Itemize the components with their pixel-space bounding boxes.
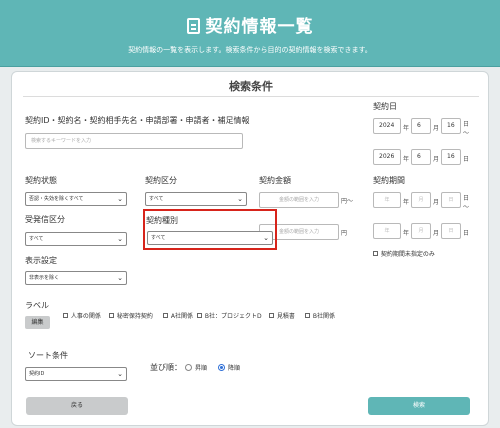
label-checkbox[interactable]: 見積書 xyxy=(269,311,295,320)
unit-month: 月 xyxy=(433,230,440,237)
checkbox-icon[interactable] xyxy=(63,313,68,318)
unit-year: 年 xyxy=(403,156,410,163)
contract-status-label: 契約状態 xyxy=(25,176,57,185)
chevron-down-icon: ⌄ xyxy=(117,274,123,282)
contract-date-from-month[interactable]: 6 xyxy=(411,118,431,134)
unit-year: 年 xyxy=(403,230,410,237)
page-title: 契約情報一覧 xyxy=(205,17,314,37)
label-checkbox[interactable]: B社関係 xyxy=(305,311,335,320)
radio-icon[interactable] xyxy=(185,364,192,371)
yen-unit: 円 xyxy=(341,230,348,237)
label-checkbox[interactable]: B社：プロジェクトD xyxy=(197,311,262,320)
keyword-label: 契約ID・契約名・契約相手先名・申請部署・申請者・補足情報 xyxy=(25,116,250,125)
label-checkbox[interactable]: 人事の関係 xyxy=(63,311,101,320)
contract-date-to-month[interactable]: 6 xyxy=(411,149,431,165)
page-header: 契約情報一覧 契約情報の一覧を表示します。検索条件から目的の契約情報を検索できま… xyxy=(0,0,500,67)
order-desc-radio[interactable]: 降順 xyxy=(218,363,240,372)
contract-date-from-year[interactable]: 2024 xyxy=(373,118,401,134)
keyword-input[interactable]: 検索するキーワードを入力 xyxy=(25,133,243,149)
sort-label: ソート条件 xyxy=(28,351,68,360)
send-receive-label: 受発信区分 xyxy=(25,215,65,224)
chevron-down-icon: ⌄ xyxy=(117,370,123,378)
back-button[interactable]: 戻る xyxy=(26,397,128,415)
unit-day: 日 xyxy=(463,156,470,163)
order-asc-radio[interactable]: 昇順 xyxy=(185,363,207,372)
tilde: ～ xyxy=(463,204,470,211)
checkbox-icon[interactable] xyxy=(269,313,274,318)
yen-unit: 円～ xyxy=(341,198,354,205)
unit-month: 月 xyxy=(433,156,440,163)
unit-year: 年 xyxy=(403,199,410,206)
contract-date-from-day[interactable]: 16 xyxy=(441,118,461,134)
labels-label: ラベル xyxy=(25,301,49,310)
chevron-down-icon: ⌄ xyxy=(237,195,243,203)
display-select[interactable]: 非表示を除く ⌄ xyxy=(25,271,127,285)
search-panel: 検索条件 契約ID・契約名・契約相手先名・申請部署・申請者・補足情報 検索するキ… xyxy=(11,71,489,426)
period-from-month[interactable]: 月 xyxy=(411,192,431,208)
period-to-year[interactable]: 年 xyxy=(373,223,401,239)
unit-day: 日 xyxy=(463,195,470,202)
checkbox-icon[interactable] xyxy=(305,313,310,318)
edit-labels-button[interactable]: 編集 xyxy=(25,316,50,329)
period-to-month[interactable]: 月 xyxy=(411,223,431,239)
sort-select[interactable]: 契約ID ⌄ xyxy=(25,367,127,381)
contract-period-label: 契約期間 xyxy=(373,176,405,185)
unit-day: 日 xyxy=(463,121,470,128)
unit-day: 日 xyxy=(463,230,470,237)
page-subtitle: 契約情報の一覧を表示します。検索条件から目的の契約情報を検索できます。 xyxy=(128,46,372,54)
period-unspecified-checkbox[interactable]: 契約期間未指定のみ xyxy=(373,249,435,258)
order-label: 並び順： xyxy=(150,363,182,372)
contract-date-label: 契約日 xyxy=(373,102,397,111)
checkbox-icon[interactable] xyxy=(373,251,378,256)
period-from-year[interactable]: 年 xyxy=(373,192,401,208)
search-button[interactable]: 検索 xyxy=(368,397,470,415)
contract-amount-label: 契約金額 xyxy=(259,176,291,185)
document-icon xyxy=(186,18,200,34)
send-receive-select[interactable]: すべて ⌄ xyxy=(25,232,127,246)
chevron-down-icon: ⌄ xyxy=(117,235,123,243)
radio-icon[interactable] xyxy=(218,364,225,371)
section-title: 検索条件 xyxy=(229,80,273,93)
highlight-box xyxy=(143,209,277,250)
contract-date-to-year[interactable]: 2026 xyxy=(373,149,401,165)
display-label: 表示設定 xyxy=(25,256,57,265)
checkbox-icon[interactable] xyxy=(197,313,202,318)
unit-year: 年 xyxy=(403,125,410,132)
period-to-day[interactable]: 日 xyxy=(441,223,461,239)
chevron-down-icon: ⌄ xyxy=(117,195,123,203)
period-from-day[interactable]: 日 xyxy=(441,192,461,208)
contract-status-select[interactable]: 否認・失効を除くすべて ⌄ xyxy=(25,192,127,206)
contract-amount-from-input[interactable]: 金額の範囲を入力 xyxy=(259,192,339,208)
label-checkbox[interactable]: 秘密保持契約 xyxy=(109,311,153,320)
checkbox-icon[interactable] xyxy=(163,313,168,318)
divider xyxy=(23,96,479,97)
contract-date-to-day[interactable]: 16 xyxy=(441,149,461,165)
contract-category-label: 契約区分 xyxy=(145,176,177,185)
unit-month: 月 xyxy=(433,199,440,206)
contract-category-select[interactable]: すべて ⌄ xyxy=(145,192,247,206)
tilde: ～ xyxy=(463,130,470,137)
checkbox-icon[interactable] xyxy=(109,313,114,318)
unit-month: 月 xyxy=(433,125,440,132)
label-checkbox[interactable]: A社関係 xyxy=(163,311,193,320)
